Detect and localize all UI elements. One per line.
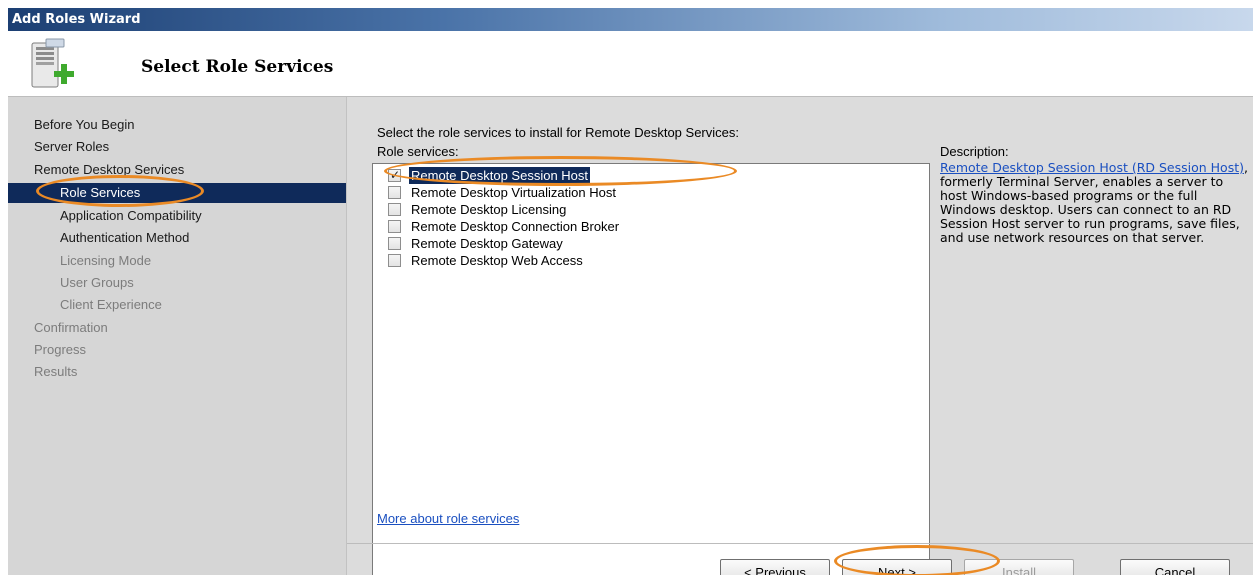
next-button[interactable]: Next >: [842, 559, 952, 575]
nav-item-authentication-method[interactable]: Authentication Method: [60, 228, 189, 248]
role-service-label[interactable]: Remote Desktop Licensing: [409, 201, 568, 218]
checkbox-gateway[interactable]: [388, 237, 401, 250]
install-button: Install: [964, 559, 1074, 575]
wizard-header: Select Role Services: [8, 31, 1253, 97]
description-title: Description:: [940, 144, 1009, 159]
title-bar: Add Roles Wizard: [8, 8, 1253, 31]
window-title: Add Roles Wizard: [12, 12, 141, 27]
page-title: Select Role Services: [141, 57, 334, 77]
nav-item-role-services[interactable]: Role Services: [8, 183, 346, 203]
role-service-label[interactable]: Remote Desktop Virtualization Host: [409, 184, 618, 201]
server-add-icon: [31, 38, 74, 88]
instruction-text: Select the role services to install for …: [377, 125, 739, 140]
footer-divider: [347, 543, 1253, 544]
cancel-button[interactable]: Cancel: [1120, 559, 1230, 575]
nav-item-confirmation: Confirmation: [34, 320, 108, 335]
nav-item-application-compatibility[interactable]: Application Compatibility: [60, 206, 202, 226]
role-service-label[interactable]: Remote Desktop Session Host: [409, 167, 591, 184]
checkmark-icon: ✓: [390, 168, 401, 182]
wizard-nav: Before You Begin Server Roles Remote Des…: [8, 97, 347, 575]
add-roles-wizard-window: Add Roles Wizard Select Role Services Be…: [8, 8, 1253, 575]
checkbox-virtualization-host[interactable]: [388, 186, 401, 199]
nav-item-client-experience: Client Experience: [60, 297, 162, 312]
nav-item-before-you-begin[interactable]: Before You Begin: [34, 115, 134, 135]
nav-item-server-roles[interactable]: Server Roles: [34, 137, 109, 157]
checkbox-licensing[interactable]: [388, 203, 401, 216]
nav-item-remote-desktop-services[interactable]: Remote Desktop Services: [34, 160, 184, 180]
role-service-label[interactable]: Remote Desktop Connection Broker: [409, 218, 621, 235]
nav-item-licensing-mode: Licensing Mode: [60, 253, 152, 268]
role-service-label[interactable]: Remote Desktop Web Access: [409, 252, 585, 269]
description-link[interactable]: Remote Desktop Session Host (RD Session …: [940, 160, 1244, 175]
role-service-label[interactable]: Remote Desktop Gateway: [409, 235, 565, 252]
nav-item-user-groups: User Groups: [60, 275, 134, 290]
main-panel: Select the role services to install for …: [347, 97, 1253, 575]
checkbox-web-access[interactable]: [388, 254, 401, 267]
role-services-label: Role services:: [377, 144, 459, 159]
more-about-role-services-link[interactable]: More about role services: [377, 511, 519, 526]
checkbox-session-host[interactable]: ✓: [388, 168, 401, 182]
nav-item-results: Results: [34, 364, 78, 379]
description-body: Remote Desktop Session Host (RD Session …: [940, 161, 1250, 245]
list-item[interactable]: Remote Desktop Web Access: [381, 251, 921, 271]
nav-item-label: Role Services: [60, 185, 141, 200]
nav-item-progress: Progress: [34, 342, 87, 357]
checkbox-connection-broker[interactable]: [388, 220, 401, 233]
previous-button[interactable]: < Previous: [720, 559, 830, 575]
